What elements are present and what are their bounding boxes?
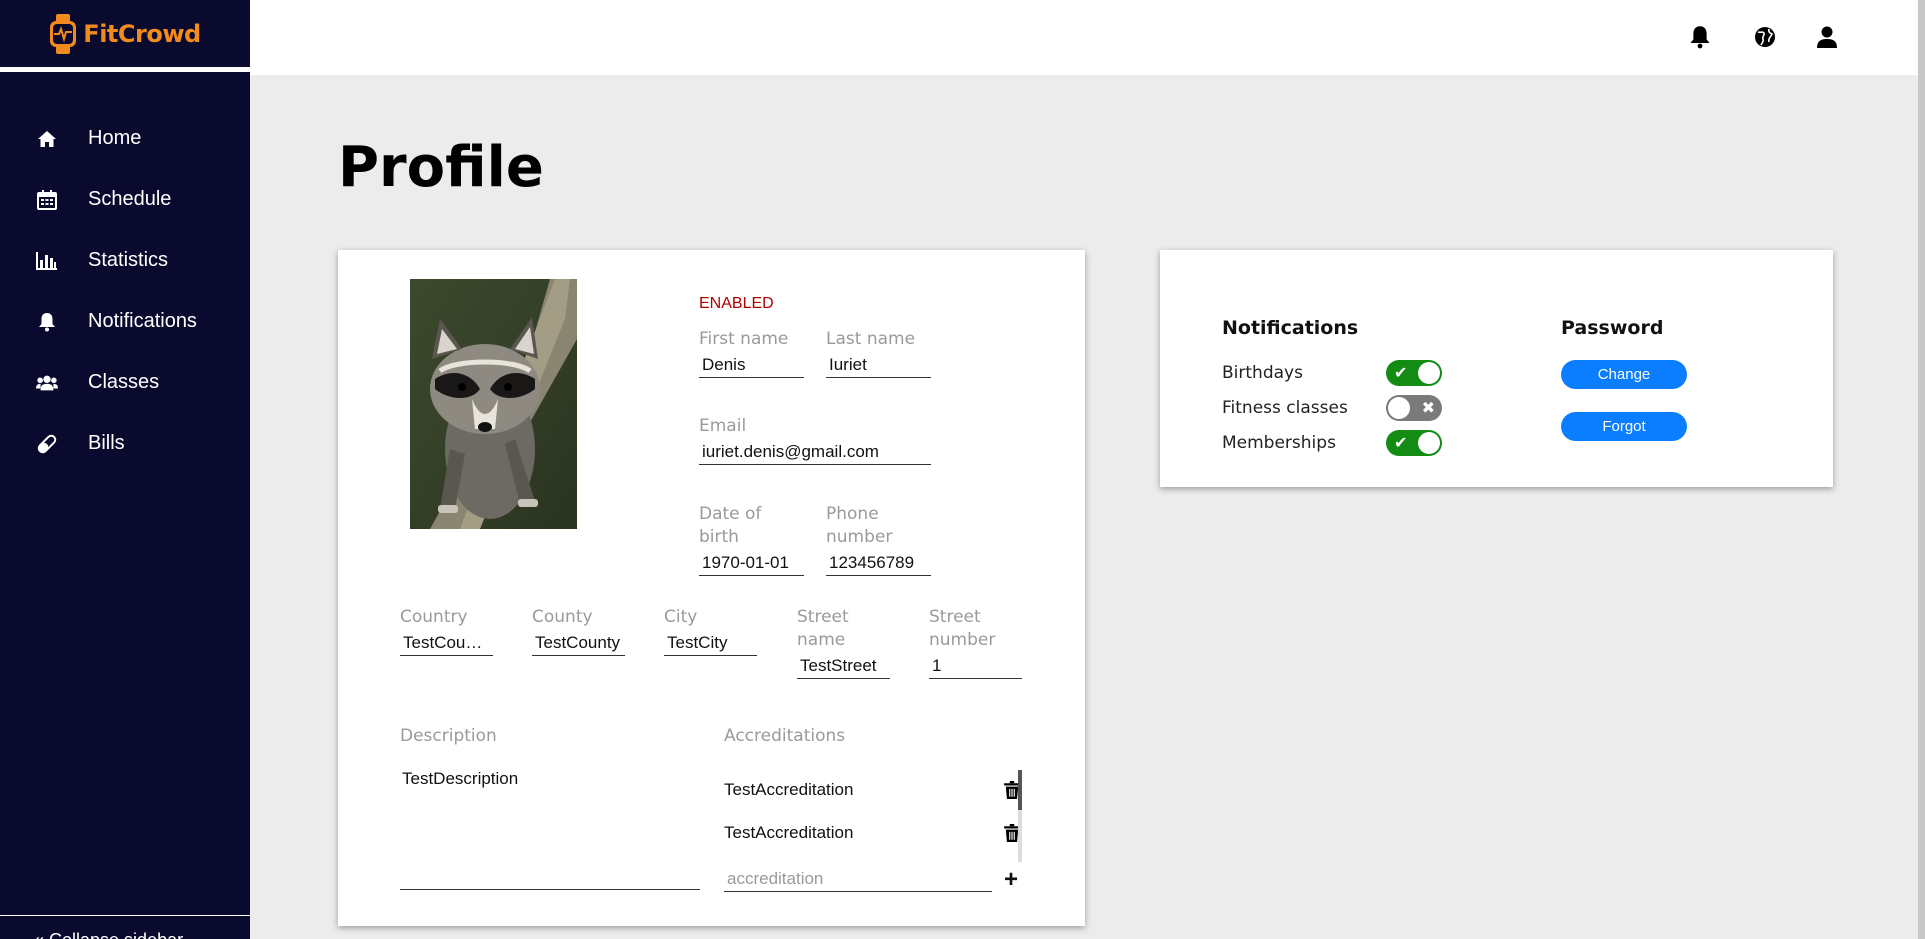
check-icon: ✔ [1394, 363, 1408, 382]
sidebar-item-label: Notifications [88, 310, 197, 332]
sidebar-item-label: Bills [88, 432, 125, 454]
sidebar-item-notifications[interactable]: Notifications [0, 291, 250, 352]
phone-label: Phone number [826, 504, 893, 547]
sidebar-item-classes[interactable]: Classes [0, 352, 250, 413]
collapse-sidebar-button[interactable]: « Collapse sidebar [0, 915, 250, 939]
pill-icon [36, 433, 58, 455]
street-number-label: Street number [929, 607, 996, 650]
calendar-icon [36, 189, 58, 211]
logo-bar: FitCrowd [0, 0, 250, 72]
account-status: ENABLED [699, 295, 774, 312]
check-icon: ✔ [1394, 433, 1408, 452]
profile-photo[interactable] [410, 279, 577, 529]
accreditations-field: Accreditations [724, 725, 924, 748]
toggle-label: Fitness classes [1222, 398, 1348, 418]
sidebar-nav: Home Schedule Statistics Notifications C… [0, 108, 250, 474]
street-name-input[interactable]: TestStreet [797, 652, 890, 679]
memberships-toggle[interactable]: ✔ [1386, 430, 1442, 456]
user-icon[interactable] [1814, 24, 1840, 50]
description-field: Description [400, 725, 600, 748]
home-icon [36, 128, 58, 150]
last-name-input[interactable]: Iuriet [826, 351, 931, 378]
phone-field: Phone number 123456789 [826, 503, 931, 576]
toggle-label: Memberships [1222, 433, 1336, 453]
country-field: Country TestCountry [400, 606, 493, 656]
accreditations-list: TestAccreditation TestAccreditation [724, 768, 1034, 854]
street-name-field: Street name TestStreet [797, 606, 890, 679]
profile-card: ENABLED First name Denis Last name Iurie… [338, 250, 1085, 926]
users-icon [36, 372, 58, 394]
country-label: Country [400, 607, 468, 627]
date-of-birth-field: Date of birth 1970-01-01 [699, 503, 804, 576]
last-name-label: Last name [826, 329, 916, 349]
app-logo[interactable]: FitCrowd [49, 13, 201, 54]
email-label: Email [699, 416, 747, 436]
list-item: TestAccreditation [724, 768, 1034, 811]
page-title: Profile [338, 135, 544, 200]
birthdays-toggle[interactable]: ✔ [1386, 360, 1442, 386]
accreditation-name: TestAccreditation [724, 779, 854, 799]
country-input[interactable]: TestCountry [400, 629, 493, 656]
description-underline [400, 889, 700, 890]
toggle-row-memberships: Memberships ✔ [1222, 430, 1442, 456]
toggle-row-birthdays: Birthdays ✔ [1222, 360, 1442, 386]
last-name-field: Last name Iuriet [826, 328, 931, 378]
change-password-button[interactable]: Change [1561, 360, 1687, 389]
accreditation-input[interactable] [724, 867, 992, 892]
accreditation-name: TestAccreditation [724, 822, 854, 842]
settings-card: Notifications Birthdays ✔ Fitness classe… [1160, 250, 1833, 487]
sidebar-item-bills[interactable]: Bills [0, 413, 250, 474]
sidebar-item-home[interactable]: Home [0, 108, 250, 169]
sidebar-item-label: Schedule [88, 188, 172, 210]
top-bar [250, 0, 1920, 75]
bell-icon[interactable] [1687, 24, 1713, 50]
sidebar-item-statistics[interactable]: Statistics [0, 230, 250, 291]
street-name-label: Street name [797, 607, 849, 650]
sidebar-item-label: Classes [88, 371, 160, 393]
sidebar: FitCrowd Home Schedule Statistics Notifi… [0, 0, 250, 939]
page-scrollbar[interactable] [1918, 0, 1925, 939]
notifications-title: Notifications [1222, 317, 1359, 339]
first-name-input[interactable]: Denis [699, 351, 804, 378]
city-input[interactable]: TestCity [664, 629, 757, 656]
bar-chart-icon [36, 250, 58, 272]
smartwatch-icon [50, 13, 77, 54]
globe-icon[interactable] [1752, 24, 1778, 50]
date-of-birth-label: Date of birth [699, 504, 762, 547]
city-field: City TestCity [664, 606, 757, 656]
description-label: Description [400, 726, 497, 746]
fitness-classes-toggle[interactable]: ✖ [1386, 395, 1442, 421]
email-input[interactable]: iuriet.denis@gmail.com [699, 438, 931, 465]
accreditations-scrollbar[interactable] [1018, 770, 1022, 862]
sidebar-item-label: Statistics [88, 249, 169, 271]
app-name: FitCrowd [83, 19, 201, 48]
list-item: TestAccreditation [724, 811, 1034, 854]
forgot-password-button[interactable]: Forgot [1561, 412, 1687, 441]
county-field: County TestCounty [532, 606, 625, 656]
street-number-field: Street number 1 [929, 606, 1022, 679]
street-number-input[interactable]: 1 [929, 652, 1022, 679]
x-icon: ✖ [1421, 398, 1435, 417]
first-name-label: First name [699, 329, 789, 349]
toggle-row-fitness-classes: Fitness classes ✖ [1222, 395, 1442, 421]
accreditations-label: Accreditations [724, 726, 846, 746]
bell-icon [36, 311, 58, 333]
date-of-birth-input[interactable]: 1970-01-01 [699, 549, 804, 576]
toggle-label: Birthdays [1222, 363, 1303, 383]
sidebar-item-label: Home [88, 127, 142, 149]
description-textarea[interactable]: TestDescription [402, 769, 518, 789]
county-input[interactable]: TestCounty [532, 629, 625, 656]
add-accreditation-button[interactable]: + [1004, 866, 1018, 894]
phone-input[interactable]: 123456789 [826, 549, 931, 576]
city-label: City [664, 607, 698, 627]
email-field: Email iuriet.denis@gmail.com [699, 415, 931, 465]
password-title: Password [1561, 317, 1664, 339]
county-label: County [532, 607, 593, 627]
sidebar-item-schedule[interactable]: Schedule [0, 169, 250, 230]
first-name-field: First name Denis [699, 328, 804, 378]
